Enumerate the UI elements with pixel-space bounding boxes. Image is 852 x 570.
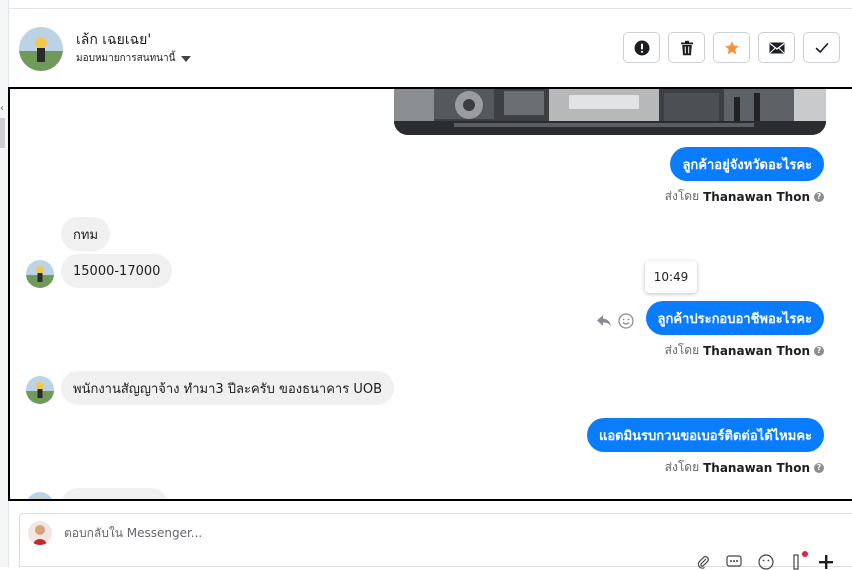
trash-icon bbox=[680, 40, 693, 55]
more-icon[interactable] bbox=[818, 554, 834, 570]
mark-unread-button[interactable] bbox=[758, 32, 795, 63]
incoming-message[interactable]: 15000-17000 bbox=[61, 254, 173, 288]
tag-icon[interactable] bbox=[790, 551, 808, 570]
contact-avatar[interactable] bbox=[19, 27, 63, 71]
sender-name: Thanawan Thon bbox=[703, 460, 810, 475]
caret-down-icon bbox=[181, 55, 192, 62]
sent-by-label: ส่งโดย Thanawan Thon ? bbox=[665, 341, 824, 360]
star-icon bbox=[724, 40, 739, 54]
composer-tools bbox=[696, 551, 834, 570]
sender-name: Thanawan Thon bbox=[703, 189, 810, 204]
outgoing-message[interactable]: แอดมินรบกวนขอเบอร์ติดต่อได้ไหมคะ bbox=[586, 418, 824, 452]
sent-by-label: ส่งโดย Thanawan Thon ? bbox=[665, 458, 824, 477]
help-icon[interactable]: ? bbox=[814, 462, 824, 473]
report-spam-button[interactable] bbox=[623, 32, 660, 63]
message-actions bbox=[596, 313, 634, 329]
assign-label: มอบหมายการสนทนานี้ bbox=[76, 53, 176, 64]
sent-by-prefix: ส่งโดย bbox=[664, 460, 700, 474]
contact-name[interactable]: เล้ก เฉยเฉย' bbox=[76, 29, 151, 51]
check-icon bbox=[815, 42, 828, 53]
incoming-message[interactable]: กทม bbox=[61, 217, 111, 251]
sender-name: Thanawan Thon bbox=[703, 343, 810, 358]
scrollbar-thumb[interactable] bbox=[0, 118, 5, 148]
reply-input[interactable] bbox=[64, 523, 664, 543]
contact-avatar-small[interactable] bbox=[26, 492, 54, 499]
incoming-message[interactable]: 0920703843 bbox=[61, 488, 168, 499]
contact-avatar-small[interactable] bbox=[26, 260, 54, 288]
alert-icon bbox=[634, 40, 649, 55]
collapse-chevron-icon[interactable]: ‹ bbox=[0, 103, 4, 114]
star-button[interactable] bbox=[713, 32, 750, 63]
help-icon[interactable]: ? bbox=[814, 345, 824, 356]
delete-button[interactable] bbox=[668, 32, 705, 63]
sent-by-prefix: ส่งโดย bbox=[664, 343, 700, 357]
emoji-icon[interactable] bbox=[758, 554, 774, 570]
contact-avatar-small[interactable] bbox=[26, 376, 54, 404]
notification-dot bbox=[802, 551, 808, 557]
incoming-message[interactable]: พนักงานสัญญาจ้าง ทำมา3 ปีละครับ ของธนาคา… bbox=[61, 371, 394, 405]
timestamp-tooltip: 10:49 bbox=[645, 261, 697, 293]
conversation-header: เล้ก เฉยเฉย' มอบหมายการสนทนานี้ bbox=[9, 8, 852, 89]
shared-photo-engine[interactable] bbox=[394, 89, 826, 135]
mark-done-button[interactable] bbox=[803, 32, 840, 63]
react-emoji-icon[interactable] bbox=[618, 313, 634, 329]
outgoing-message[interactable]: ลูกค้าอยู่จังหวัดอะไรคะ bbox=[670, 147, 824, 181]
page-avatar bbox=[28, 521, 52, 545]
envelope-icon bbox=[769, 42, 784, 53]
assign-conversation-dropdown[interactable]: มอบหมายการสนทนานี้ bbox=[76, 51, 192, 66]
message-thread[interactable]: ลูกค้าอยู่จังหวัดอะไรคะ ส่งโดย Thanawan … bbox=[8, 87, 852, 501]
help-icon[interactable]: ? bbox=[814, 191, 824, 202]
sent-by-prefix: ส่งโดย bbox=[664, 189, 700, 203]
sent-by-label: ส่งโดย Thanawan Thon ? bbox=[665, 187, 824, 206]
header-actions bbox=[623, 32, 840, 63]
reply-composer bbox=[19, 513, 852, 570]
reply-icon[interactable] bbox=[596, 314, 612, 328]
outgoing-message[interactable]: ลูกค้าประกอบอาชีพอะไรคะ bbox=[645, 301, 824, 335]
